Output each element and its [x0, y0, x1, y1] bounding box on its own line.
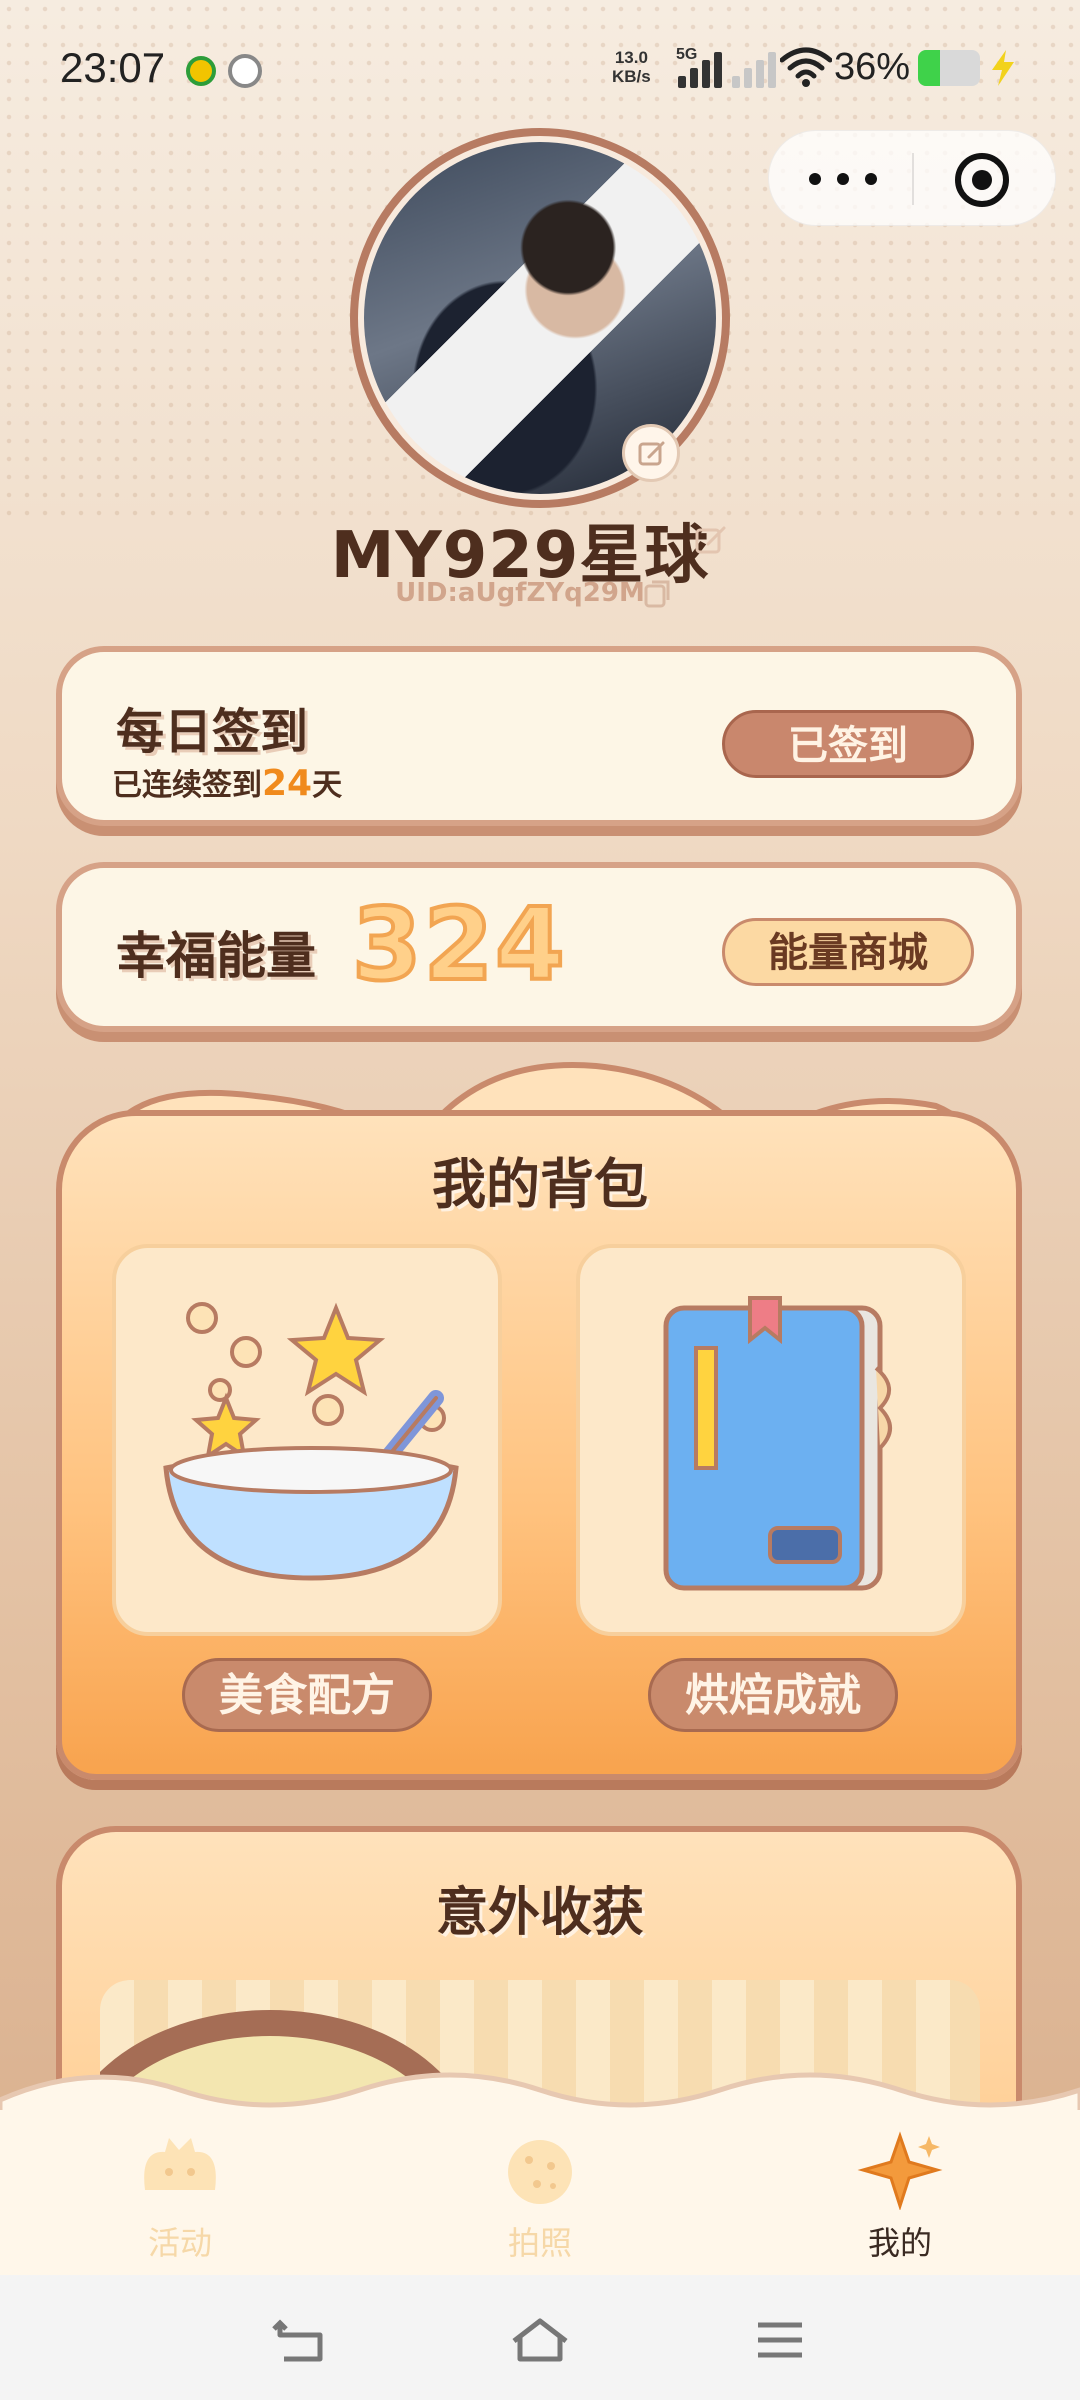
bottom-tab-bar: 活动 拍照 我的	[0, 2110, 1080, 2275]
tab-mine[interactable]: 我的	[800, 2130, 1000, 2264]
happiness-energy-card: 幸福能量 324 能量商城	[56, 862, 1022, 1032]
bread-cat-icon	[135, 2130, 225, 2210]
star-icon	[855, 2130, 945, 2211]
checkin-title: 每日签到	[116, 704, 309, 760]
energy-value: 324	[350, 884, 567, 1005]
more-menu-icon[interactable]	[809, 159, 879, 199]
achievement-tile[interactable]	[576, 1244, 966, 1636]
back-icon[interactable]	[270, 2315, 330, 2365]
mixing-bowl-icon	[163, 1302, 459, 1581]
status-bar: 23:07 13.0 KB/s 5G 36%	[0, 0, 1080, 140]
signal-strength-secondary-icon	[730, 46, 780, 88]
checkin-streak-suffix: 天	[312, 768, 343, 803]
checked-in-button[interactable]: 已签到	[722, 710, 974, 778]
checkin-streak-days: 24	[262, 763, 313, 804]
checkin-streak-prefix: 已连续签到	[112, 768, 262, 803]
signal-strength-icon	[676, 46, 726, 88]
wifi-icon	[780, 47, 832, 87]
clock-notification-icon	[228, 54, 262, 88]
surprise-title: 意外收获	[435, 1883, 644, 1943]
edit-username-icon[interactable]	[694, 524, 728, 558]
achievement-label[interactable]: 烘焙成就	[648, 1658, 898, 1732]
system-navigation-bar	[0, 2275, 1080, 2400]
network-speed-value: 13.0	[614, 48, 648, 67]
recipe-tile[interactable]	[112, 1244, 502, 1636]
capsule-divider	[912, 153, 914, 205]
cookie-icon	[495, 2130, 585, 2210]
tab-photo[interactable]: 拍照	[440, 2130, 640, 2264]
edit-avatar-icon[interactable]	[622, 424, 680, 482]
tab-label-mine: 我的	[867, 2224, 932, 2262]
book-icon	[663, 1296, 892, 1591]
daily-checkin-card: 每日签到 已连续签到24天 已签到	[56, 646, 1022, 826]
miniprogram-capsule	[768, 130, 1056, 226]
backpack-title: 我的背包	[432, 1153, 648, 1216]
checkin-streak: 已连续签到24天	[112, 760, 342, 804]
copy-uid-icon[interactable]	[642, 578, 674, 610]
battery-icon	[918, 50, 980, 86]
charging-bolt-icon	[992, 50, 1014, 86]
tab-label-activity: 活动	[147, 2224, 212, 2262]
energy-title: 幸福能量	[116, 927, 316, 985]
battery-percent: 36%	[834, 46, 911, 88]
home-icon[interactable]	[510, 2315, 570, 2365]
notification-app-icon	[186, 56, 216, 86]
user-uid: UID:aUgfZYq29M	[395, 578, 645, 608]
network-speed: 13.0 KB/s	[612, 48, 651, 86]
network-speed-unit: KB/s	[612, 67, 651, 86]
close-miniprogram-icon[interactable]	[955, 153, 1009, 207]
status-time: 23:07	[60, 44, 166, 91]
energy-shop-button[interactable]: 能量商城	[722, 918, 974, 986]
recent-apps-icon[interactable]	[750, 2315, 810, 2365]
tab-label-photo: 拍照	[507, 2224, 572, 2262]
recipe-label[interactable]: 美食配方	[182, 1658, 432, 1732]
tab-activity[interactable]: 活动	[80, 2130, 280, 2264]
